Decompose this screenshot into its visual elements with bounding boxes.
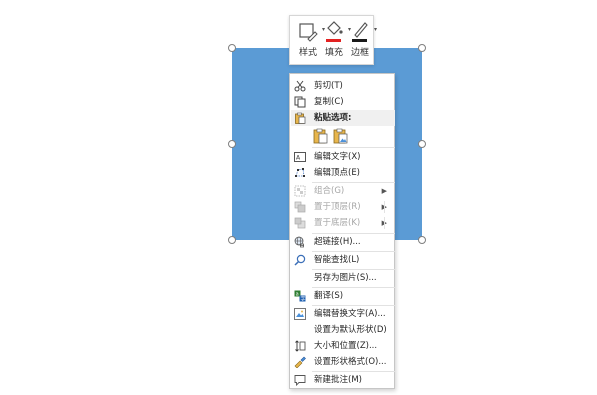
- clipboard-icon: [295, 112, 306, 124]
- resize-handle-top-left[interactable]: [228, 44, 236, 52]
- size-position-icon: [295, 340, 306, 352]
- menu-item-cut[interactable]: 剪切(T): [291, 78, 395, 94]
- submenu-divider: [384, 201, 385, 213]
- bring-to-front-icon: [294, 201, 306, 213]
- text-box-icon: A: [294, 152, 306, 162]
- format-shape-icon: [294, 356, 306, 368]
- search-icon: [294, 254, 306, 266]
- copy-icon: [294, 96, 306, 108]
- menu-item-label: 另存为图片(S)...: [314, 273, 377, 283]
- menu-divider: [312, 147, 395, 148]
- shape-style-icon: [299, 23, 318, 42]
- send-to-back-icon: [294, 217, 306, 229]
- menu-item-format-shape[interactable]: 设置形状格式(O)...: [291, 354, 395, 370]
- menu-item-label: 编辑顶点(E): [314, 168, 361, 178]
- menu-item-label: 翻译(S): [314, 291, 344, 301]
- fill-button[interactable]: ▾ 填充: [322, 20, 351, 60]
- alt-text-icon: [294, 308, 306, 320]
- chevron-down-icon: ▾: [373, 26, 377, 33]
- menu-item-smart-lookup[interactable]: 智能查找(L): [291, 252, 395, 268]
- resize-handle-top-right[interactable]: [418, 44, 426, 52]
- menu-item-hyperlink[interactable]: 超链接(H)...: [291, 234, 395, 250]
- menu-item-bring-to-front[interactable]: 置于顶层(R) ▶: [291, 199, 395, 215]
- paste-as-picture-icon[interactable]: [333, 128, 349, 144]
- submenu-arrow-icon: ▶: [381, 187, 387, 195]
- globe-link-icon: [294, 236, 304, 248]
- border-color-swatch: [352, 39, 367, 42]
- menu-item-label: 设置形状格式(O)...: [314, 357, 387, 367]
- menu-item-size-position[interactable]: 大小和位置(Z)...: [291, 338, 395, 354]
- menu-item-label: 编辑文字(X): [314, 152, 361, 162]
- style-button[interactable]: ▾ 样式: [296, 20, 325, 60]
- scissors-icon: [294, 80, 306, 92]
- comment-icon: [294, 375, 306, 386]
- menu-item-label: 置于底层(K): [314, 218, 361, 228]
- translate-icon: a 字: [294, 290, 306, 302]
- edit-points-icon: [295, 168, 305, 177]
- fill-color-swatch: [326, 39, 341, 42]
- group-icon: [294, 185, 306, 197]
- menu-item-label: 复制(C): [314, 97, 344, 107]
- border-label: 边框: [350, 48, 369, 58]
- menu-item-label: 编辑替换文字(A)...: [314, 309, 386, 319]
- pen-outline-icon: [354, 22, 368, 38]
- menu-item-label: 大小和位置(Z)...: [314, 341, 378, 351]
- menu-item-label: 置于顶层(R): [314, 202, 361, 212]
- menu-item-save-as-picture[interactable]: 另存为图片(S)...: [291, 270, 395, 286]
- menu-item-label: 超链接(H)...: [314, 237, 361, 247]
- menu-item-copy[interactable]: 复制(C): [291, 94, 395, 110]
- border-button[interactable]: ▾ 边框: [348, 20, 377, 60]
- resize-handle-left[interactable]: [228, 140, 236, 148]
- menu-item-label: 组合(G): [314, 186, 345, 196]
- menu-item-group[interactable]: 组合(G) ▶: [291, 183, 395, 199]
- menu-item-edit-alt-text[interactable]: 编辑替换文字(A)...: [291, 306, 395, 322]
- menu-item-label: 设置为默认形状(D): [314, 325, 387, 335]
- menu-item-new-comment[interactable]: 新建批注(M): [291, 372, 395, 388]
- context-menu: 剪切(T) 复制(C) 粘贴选项: A 编辑文字(X) 编辑顶点(E) 组合(G…: [289, 73, 395, 389]
- resize-handle-bottom-right[interactable]: [418, 236, 426, 244]
- svg-text:a: a: [296, 292, 299, 298]
- submenu-divider: [384, 217, 385, 229]
- resize-handle-bottom-left[interactable]: [228, 236, 236, 244]
- menu-item-label: 新建批注(M): [314, 375, 362, 385]
- menu-item-edit-text[interactable]: A 编辑文字(X): [291, 149, 395, 165]
- menu-item-translate[interactable]: a 字 翻译(S): [291, 288, 395, 304]
- svg-text:字: 字: [301, 296, 306, 303]
- resize-handle-right[interactable]: [418, 140, 426, 148]
- paste-use-destination-theme-icon[interactable]: [313, 128, 329, 144]
- paint-bucket-icon: [327, 21, 343, 35]
- menu-item-set-default-shape[interactable]: 设置为默认形状(D): [291, 322, 395, 338]
- menu-item-send-to-back[interactable]: 置于底层(K) ▶: [291, 215, 395, 231]
- paste-options-header: 粘贴选项:: [291, 110, 395, 126]
- menu-item-label: 粘贴选项:: [314, 113, 352, 123]
- menu-item-label: 智能查找(L): [314, 255, 360, 265]
- menu-item-label: 剪切(T): [314, 81, 343, 91]
- menu-item-edit-points[interactable]: 编辑顶点(E): [291, 165, 395, 181]
- mini-toolbar: ▾ 样式 ▾ 填充 ▾ 边框: [289, 15, 377, 65]
